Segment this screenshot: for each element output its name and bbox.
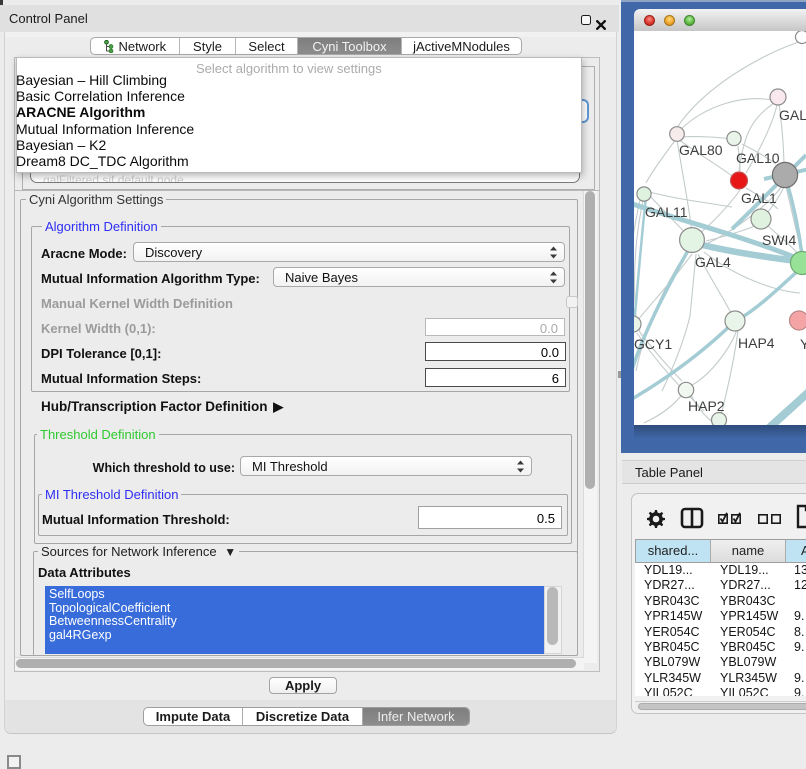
svg-text:GCY1: GCY1	[634, 336, 672, 352]
svg-text:HAP2: HAP2	[688, 398, 725, 414]
svg-text:GAL10: GAL10	[736, 150, 780, 166]
svg-text:GAL7: GAL7	[779, 107, 806, 123]
svg-text:GAL11: GAL11	[645, 204, 688, 220]
svg-text:GAL1: GAL1	[741, 190, 777, 206]
svg-text:SWI4: SWI4	[762, 232, 796, 248]
svg-text:GAL80: GAL80	[679, 142, 723, 158]
svg-text:Y: Y	[800, 336, 806, 352]
svg-text:HAP4: HAP4	[738, 335, 775, 351]
svg-text:GAL4: GAL4	[695, 254, 731, 270]
